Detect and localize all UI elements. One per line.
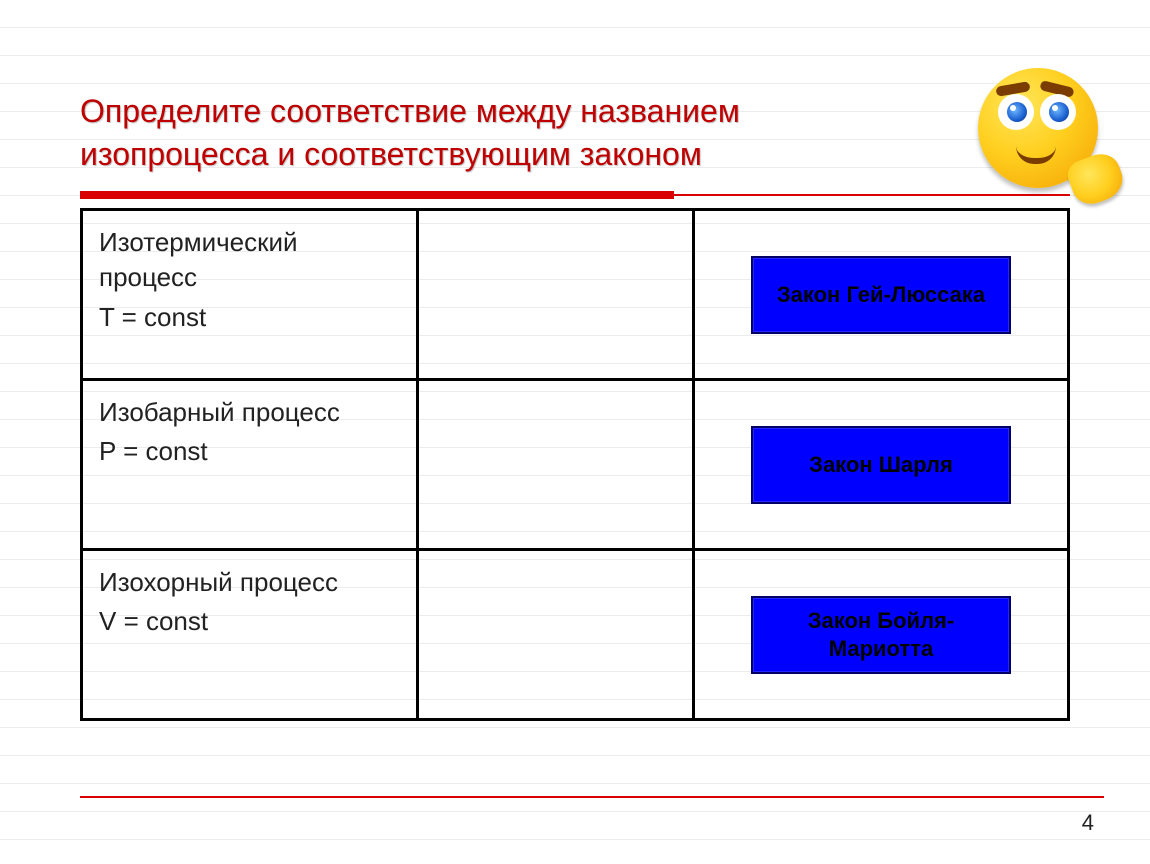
process-cell: Изохорный процесс V = const	[82, 550, 418, 720]
process-name: Изохорный процесс	[99, 565, 400, 600]
table-row: Изотермический процесс T = const Закон Г…	[82, 210, 1069, 380]
matching-table: Изотермический процесс T = const Закон Г…	[80, 208, 1070, 721]
title-underline	[80, 190, 1070, 200]
dropzone-cell[interactable]	[417, 380, 693, 550]
table-row: Изохорный процесс V = const Закон Бойля-…	[82, 550, 1069, 720]
process-cell: Изобарный процесс P = const	[82, 380, 418, 550]
slide: Определите соответствие между названием …	[0, 0, 1150, 864]
process-name: Изотермический процесс	[99, 225, 400, 295]
thinking-emoji-icon	[968, 58, 1118, 208]
law-card[interactable]: Закон Бойля-Мариотта	[751, 596, 1011, 674]
process-name: Изобарный процесс	[99, 395, 400, 430]
dropzone-cell[interactable]	[417, 550, 693, 720]
process-formula: T = const	[99, 302, 400, 333]
law-card[interactable]: Закон Гей-Люссака	[751, 256, 1011, 334]
footer-divider	[80, 796, 1104, 798]
law-cell: Закон Гей-Люссака	[693, 210, 1068, 380]
page-number: 4	[1082, 810, 1094, 836]
dropzone-cell[interactable]	[417, 210, 693, 380]
law-card[interactable]: Закон Шарля	[751, 426, 1011, 504]
process-cell: Изотермический процесс T = const	[82, 210, 418, 380]
process-formula: P = const	[99, 436, 400, 467]
law-cell: Закон Шарля	[693, 380, 1068, 550]
process-formula: V = const	[99, 606, 400, 637]
table-row: Изобарный процесс P = const Закон Шарля	[82, 380, 1069, 550]
law-cell: Закон Бойля-Мариотта	[693, 550, 1068, 720]
slide-title: Определите соответствие между названием …	[80, 90, 1070, 176]
